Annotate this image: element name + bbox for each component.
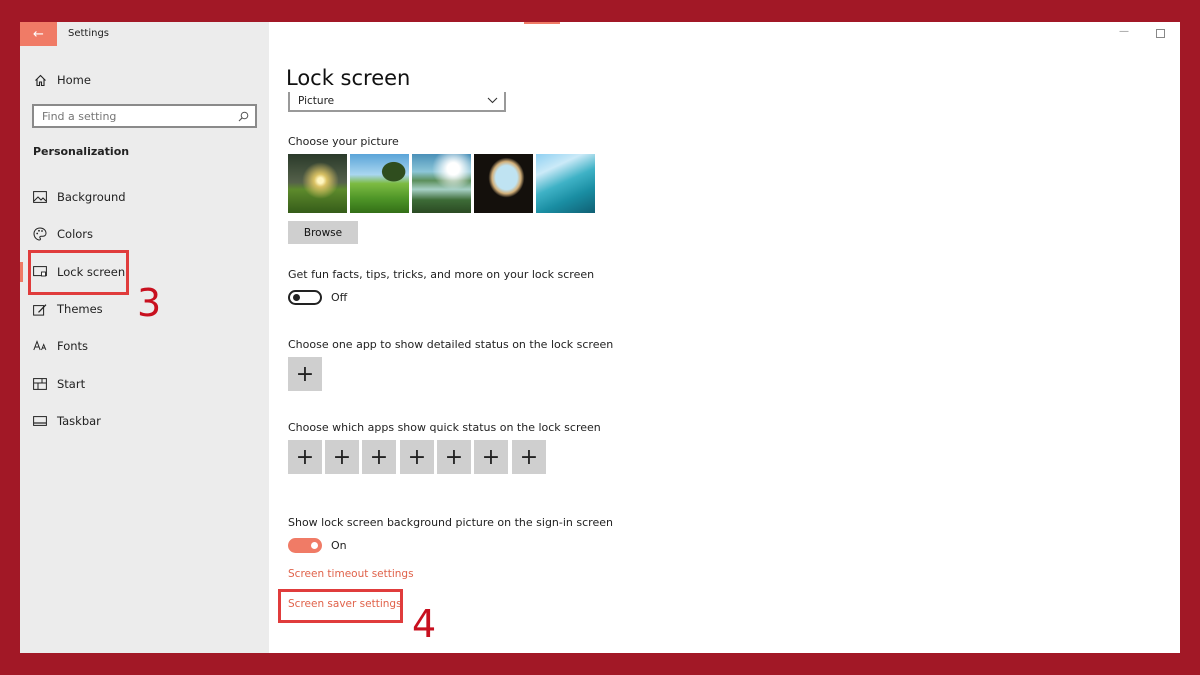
toggle-knob [293,294,300,301]
plus-icon: + [295,361,315,387]
settings-window: ← Settings Home Personalization Backgrou… [20,22,1180,653]
picture-thumbnail-2[interactable] [350,154,409,213]
quick-status-add-button[interactable]: + [325,440,359,474]
plus-icon: + [444,444,464,470]
search-icon [238,107,249,126]
sidebar-item-label: Start [57,377,86,391]
app-title: Settings [68,28,110,39]
sidebar-item-label: Home [57,73,91,87]
back-arrow-icon: ← [33,26,44,42]
picture-thumbnail-1[interactable] [288,154,347,213]
search-input[interactable] [42,109,238,123]
dropdown-value: Picture [298,95,335,107]
fun-facts-label: Get fun facts, tips, tricks, and more on… [288,268,595,281]
image-icon [33,190,47,204]
sidebar-item-background[interactable]: Background [33,187,126,207]
sidebar-item-start[interactable]: Start [33,374,85,394]
step-number-3: 3 [137,281,162,325]
quick-status-add-button[interactable]: + [362,440,396,474]
taskbar-icon [33,414,47,428]
fun-facts-toggle[interactable] [288,290,322,305]
sidebar-item-taskbar[interactable]: Taskbar [33,411,101,431]
signin-background-state: On [331,539,347,552]
minimize-button[interactable]: — [1119,26,1129,37]
quick-status-add-button[interactable]: + [474,440,508,474]
signin-background-label: Show lock screen background picture on t… [288,516,613,529]
fun-facts-state: Off [331,291,348,304]
sidebar-item-label: Themes [57,302,103,316]
picture-thumbnail-4[interactable] [474,154,533,213]
section-title: Personalization [33,145,130,158]
plus-icon: + [369,444,389,470]
sidebar: ← Settings Home Personalization Backgrou… [20,22,269,653]
highlight-box-screen-saver [278,589,403,623]
screen-timeout-link[interactable]: Screen timeout settings [288,568,414,580]
palette-icon [33,227,47,241]
home-icon [33,73,47,87]
detailed-status-label: Choose one app to show detailed status o… [288,338,614,351]
themes-icon [33,302,47,316]
quick-status-label: Choose which apps show quick status on t… [288,421,601,434]
picture-thumbnail-5[interactable] [536,154,595,213]
sidebar-item-home[interactable]: Home [33,70,91,90]
maximize-button[interactable] [1156,29,1165,38]
page-title: Lock screen [286,66,411,90]
sidebar-item-themes[interactable]: Themes [33,299,103,319]
quick-status-add-button[interactable]: + [288,440,322,474]
background-dropdown[interactable]: Picture [288,92,506,112]
browse-button[interactable]: Browse [288,221,358,244]
sidebar-item-label: Taskbar [57,414,101,428]
start-icon [33,377,47,391]
quick-status-add-button[interactable]: + [512,440,546,474]
sidebar-item-colors[interactable]: Colors [33,224,93,244]
plus-icon: + [519,444,539,470]
picture-thumbnails [288,154,595,213]
plus-icon: + [407,444,427,470]
highlight-box-lock-screen [28,250,129,295]
plus-icon: + [481,444,501,470]
sidebar-item-label: Background [57,190,126,204]
accent-line [524,22,560,24]
step-number-4: 4 [412,602,437,646]
sidebar-item-label: Fonts [57,339,89,353]
active-item-marker [20,262,23,282]
detailed-status-add-button[interactable]: + [288,357,322,391]
sidebar-item-fonts[interactable]: Fonts [33,336,88,356]
quick-status-add-button[interactable]: + [437,440,471,474]
sidebar-item-label: Colors [57,227,94,241]
fonts-icon [33,339,47,353]
picture-thumbnail-3[interactable] [412,154,471,213]
plus-icon: + [295,444,315,470]
toggle-knob [311,542,318,549]
signin-background-toggle[interactable] [288,538,322,553]
choose-picture-label: Choose your picture [288,135,399,148]
quick-status-add-button[interactable]: + [400,440,434,474]
back-button[interactable]: ← [20,22,57,46]
chevron-down-icon [487,95,498,107]
plus-icon: + [332,444,352,470]
search-box[interactable] [32,104,257,128]
